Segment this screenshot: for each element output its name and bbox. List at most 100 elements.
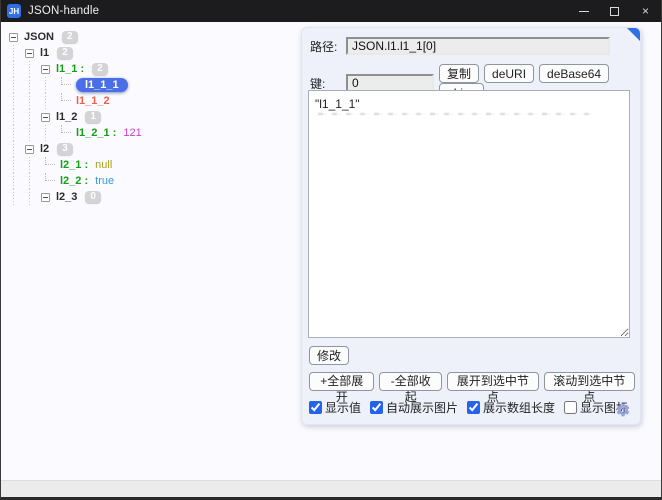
tree-node-row[interactable]: l2_1 : null [9, 157, 142, 173]
modify-button[interactable]: 修改 [309, 346, 349, 365]
display-options: 显示值自动展示图片展示数组长度显示图标 [309, 399, 637, 416]
auto-show-image-checkbox[interactable] [370, 401, 383, 414]
collapse-expander-icon[interactable] [9, 33, 18, 42]
tree-node-label[interactable]: l1_1 : [56, 63, 84, 75]
tree-guide-line [9, 109, 25, 125]
tree-guide-line [25, 173, 41, 189]
tree-node-label[interactable]: l2 [40, 143, 49, 155]
show-value-checkbox-label: 显示值 [325, 399, 361, 416]
maximize-button[interactable] [599, 0, 630, 22]
tree-guide-line [41, 77, 57, 93]
show-value-checkbox[interactable] [309, 401, 322, 414]
show-value-checkbox-item: 显示值 [309, 399, 361, 416]
tree-guide-line [9, 157, 25, 173]
tree-node-row[interactable]: l1_1_1 [9, 77, 142, 93]
tree-guide-line [25, 157, 41, 173]
gear-icon[interactable] [615, 402, 631, 418]
tree-guide-line [9, 189, 25, 205]
value-editor[interactable]: "l1_1_1" [308, 90, 630, 338]
tree-node-label[interactable]: l1_2 [56, 111, 77, 123]
collapse-all-button[interactable]: -全部收起 [379, 372, 442, 391]
tree-node-row[interactable]: l1_2 1 [9, 109, 142, 125]
debase64-button[interactable]: deBase64 [539, 64, 609, 83]
collapse-expander-icon[interactable] [41, 65, 50, 74]
collapse-expander-icon[interactable] [25, 49, 34, 58]
tree-guide-line [25, 93, 41, 109]
tree-guide-line [25, 77, 41, 93]
tree-node-label[interactable]: l2_3 [56, 191, 77, 203]
tree-node-label[interactable]: JSON [24, 31, 54, 43]
show-array-length-checkbox[interactable] [467, 401, 480, 414]
expand-all-button[interactable]: +全部展开 [309, 372, 374, 391]
key-label: 键: [310, 75, 346, 92]
path-label: 路径: [310, 38, 346, 55]
maximize-icon [610, 7, 619, 16]
tree-guide-line [25, 109, 41, 125]
auto-show-image-checkbox-label: 自动展示图片 [386, 399, 458, 416]
tree-node-label[interactable]: l1_1_2 [76, 95, 110, 107]
show-array-length-checkbox-item: 展示数组长度 [467, 399, 555, 416]
tree-guide-line [9, 61, 25, 77]
close-button[interactable]: × [630, 0, 661, 22]
tree-node-row[interactable]: l2 3 [9, 141, 142, 157]
tree-guide-line [9, 125, 25, 141]
tree-node-label[interactable]: l1_1_1 [76, 78, 128, 92]
window-controls: × [568, 0, 661, 22]
window-title: JSON-handle [28, 5, 99, 17]
tree-node-row[interactable]: JSON 2 [9, 29, 142, 45]
main-content: JSON2l12l1_1 :2l1_1_1l1_1_2l1_21l1_2_1 :… [1, 22, 661, 480]
path-input[interactable] [346, 37, 610, 55]
collapse-expander-icon[interactable] [25, 145, 34, 154]
scroll-to-selected-button[interactable]: 滚动到选中节点 [544, 372, 635, 391]
bottom-statusbar [1, 480, 661, 497]
node-count-badge: 2 [57, 47, 73, 59]
tree-node-label[interactable]: l2_2 : [60, 175, 88, 187]
copy-button[interactable]: 复制 [439, 64, 479, 83]
tree-node-row[interactable]: l2_2 :true [9, 173, 142, 189]
tree-guide-line [9, 45, 25, 61]
tree-guide-line [25, 125, 41, 141]
tree-node-row[interactable]: l1_2_1 : 121 [9, 125, 142, 141]
modify-row: 修改 [309, 346, 349, 365]
tree-node-label[interactable]: l2_1 : [60, 159, 88, 171]
auto-show-image-checkbox-item: 自动展示图片 [370, 399, 458, 416]
tree-node-row[interactable]: l2_3 0 [9, 189, 142, 205]
node-count-badge: 2 [92, 63, 108, 75]
collapse-expander-icon[interactable] [41, 193, 50, 202]
tree-node-label[interactable]: l1 [40, 47, 49, 59]
minimize-icon [579, 11, 589, 12]
show-array-length-checkbox-label: 展示数组长度 [483, 399, 555, 416]
tree-guide-line [9, 93, 25, 109]
tree-guide-line [41, 93, 57, 109]
tree-guide-line [9, 141, 25, 157]
deuri-button[interactable]: deURI [484, 64, 534, 83]
tree-node-row[interactable]: l1_1 : 2 [9, 61, 142, 77]
tree-node-value: 121 [123, 127, 141, 139]
tree-connector-tick [61, 93, 71, 101]
app-window: JH JSON-handle × JSON2l12l1_1 :2l1_1_1l1… [0, 0, 662, 500]
json-tree: JSON2l12l1_1 :2l1_1_1l1_1_2l1_21l1_2_1 :… [9, 29, 142, 205]
node-count-badge: 3 [57, 143, 73, 155]
tree-guide-line [41, 125, 57, 141]
tree-guide-line [9, 77, 25, 93]
show-icon-checkbox[interactable] [564, 401, 577, 414]
tree-guide-line [25, 189, 41, 205]
corner-marker-icon [627, 28, 640, 41]
collapse-expander-icon[interactable] [41, 113, 50, 122]
tree-connector-tick [61, 125, 71, 133]
minimize-button[interactable] [568, 0, 599, 22]
path-row: 路径: [310, 37, 610, 55]
tree-node-row[interactable]: l1 2 [9, 45, 142, 61]
tree-connector-tick [61, 77, 71, 85]
tree-node-row[interactable]: l1_1_2 [9, 93, 142, 109]
close-icon: × [642, 4, 649, 18]
tree-node-label[interactable]: l1_2_1 : [76, 127, 116, 139]
tree-node-value: null [95, 159, 112, 171]
node-count-badge: 1 [85, 111, 101, 123]
node-count-badge: 0 [85, 191, 101, 203]
expand-to-selected-button[interactable]: 展开到选中节点 [447, 372, 538, 391]
tree-control-buttons: +全部展开 -全部收起展开到选中节点滚动到选中节点 [309, 372, 640, 391]
tree-guide-line [25, 61, 41, 77]
app-logo-icon: JH [7, 4, 21, 18]
node-count-badge: 2 [62, 31, 78, 43]
